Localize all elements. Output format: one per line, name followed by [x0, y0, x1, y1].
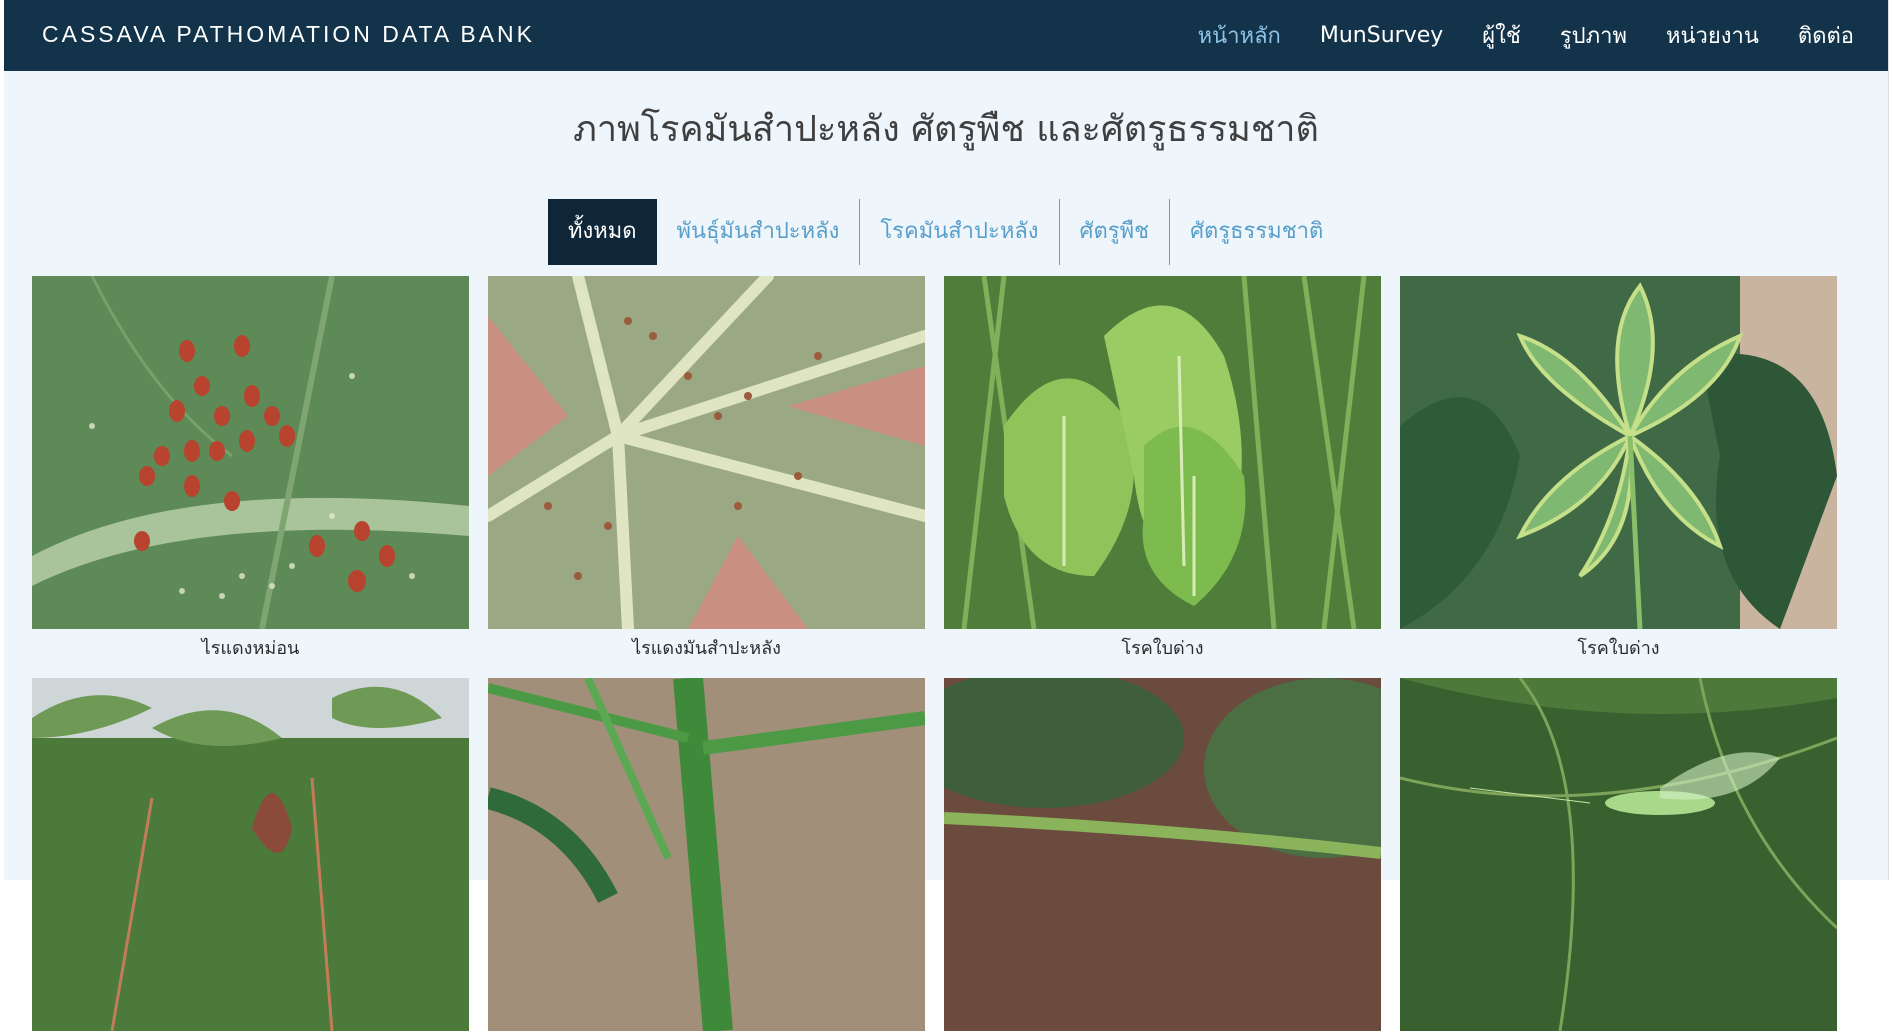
filter-tab-pests[interactable]: ศัตรูพืช — [1058, 199, 1170, 265]
nav-item-images[interactable]: รูปภาพ — [1560, 18, 1627, 53]
nav-item-agencies[interactable]: หน่วยงาน — [1666, 18, 1759, 53]
nav-item-users[interactable]: ผู้ใช้ — [1482, 18, 1521, 53]
gallery-card[interactable]: ไรแดงหม่อน — [32, 276, 469, 662]
gallery-card[interactable] — [944, 678, 1381, 1035]
page-title: ภาพโรคมันสำปะหลัง ศัตรูพืช และศัตรูธรรมช… — [573, 109, 1319, 150]
gallery-image-cassava-red-mite[interactable] — [488, 276, 925, 629]
image-caption: โรคใบด่าง — [1121, 638, 1204, 659]
filter-tab-natural-enemies[interactable]: ศัตรูธรรมชาติ — [1169, 199, 1343, 265]
nav-item-home[interactable]: หน้าหลัก — [1198, 18, 1281, 53]
nav-item-munsurvey[interactable]: MunSurvey — [1320, 23, 1443, 48]
gallery-filter-tabs: ทั้งหมด พันธุ์มันสำปะหลัง โรคมันสำปะหลัง… — [548, 199, 1343, 265]
gallery-image-mosaic-disease-1[interactable] — [944, 276, 1381, 629]
gallery-image-cassava-stem[interactable] — [488, 678, 925, 1031]
gallery-image-red-mites-on-leaf[interactable] — [32, 276, 469, 629]
filter-tab-all[interactable]: ทั้งหมด — [548, 199, 657, 265]
gallery-card[interactable] — [1400, 678, 1837, 1035]
gallery-card[interactable]: โรคใบด่าง — [1400, 276, 1837, 662]
nav-item-contact[interactable]: ติดต่อ — [1798, 18, 1854, 53]
image-caption: โรคใบด่าง — [1577, 638, 1660, 659]
gallery-card[interactable] — [488, 678, 925, 1035]
main-nav: หน้าหลัก MunSurvey ผู้ใช้ รูปภาพ หน่วยงา… — [1159, 0, 1854, 71]
gallery-image-lacewing[interactable] — [1400, 678, 1837, 1031]
image-caption: ไรแดงหม่อน — [201, 638, 300, 659]
gallery-card[interactable]: ไรแดงมันสำปะหลัง — [488, 276, 925, 662]
gallery-card[interactable]: โรคใบด่าง — [944, 276, 1381, 662]
filter-tab-diseases[interactable]: โรคมันสำปะหลัง — [859, 199, 1058, 265]
brand-logo[interactable]: CASSAVA PATHOMATION DATA BANK — [42, 0, 535, 71]
top-navbar: CASSAVA PATHOMATION DATA BANK หน้าหลัก M… — [4, 0, 1888, 71]
filter-tab-varieties[interactable]: พันธุ์มันสำปะหลัง — [657, 199, 860, 265]
gallery-image-cassava-plant[interactable] — [32, 678, 469, 1031]
gallery-image-pest-on-stem[interactable] — [944, 678, 1381, 1031]
gallery-image-mosaic-disease-2[interactable] — [1400, 276, 1837, 629]
image-caption: ไรแดงมันสำปะหลัง — [632, 638, 781, 659]
gallery-card[interactable] — [32, 678, 469, 1035]
